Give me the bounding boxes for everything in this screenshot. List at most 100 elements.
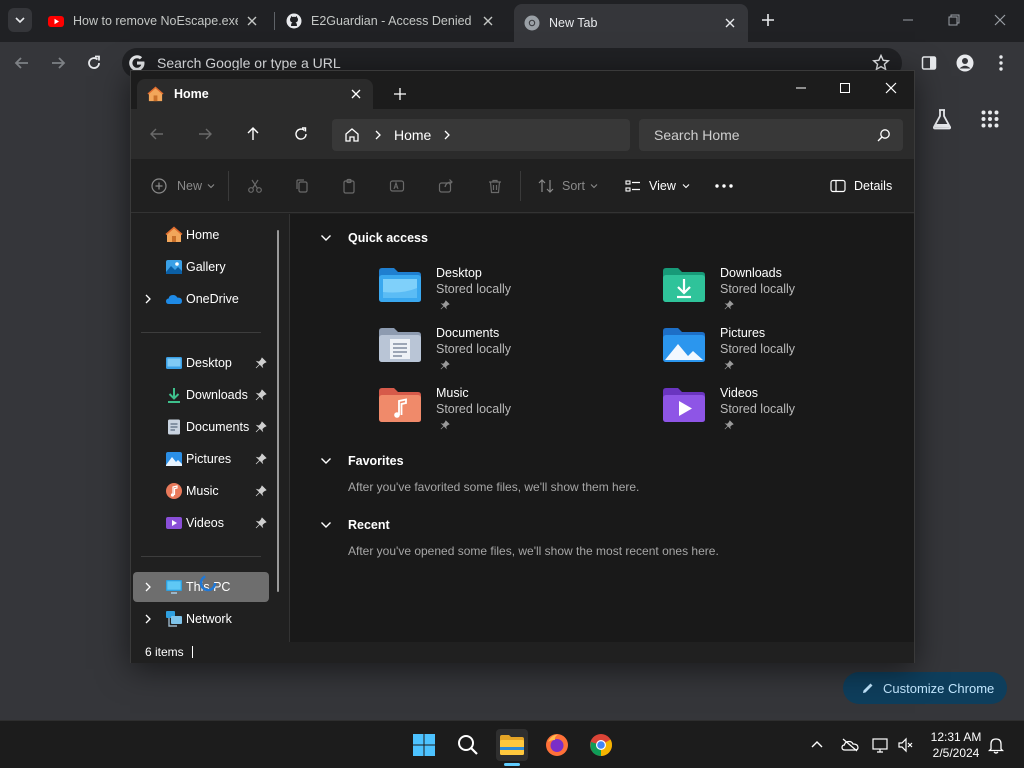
busy-cursor-icon [199, 574, 217, 592]
nav-item-network[interactable]: Network [133, 604, 269, 634]
close-icon [994, 14, 1006, 26]
chrome-menu-button[interactable] [990, 52, 1012, 74]
new-button[interactable]: New [151, 176, 215, 196]
quick-access-header[interactable]: Quick access [320, 228, 428, 248]
explorer-tab-title: Home [174, 87, 209, 101]
arrow-left-icon [150, 128, 163, 140]
flask-icon [932, 109, 952, 130]
nav-scrollbar[interactable] [277, 230, 279, 592]
pin-icon[interactable] [255, 421, 267, 433]
sort-icon [538, 179, 554, 193]
quick-access-pictures[interactable]: Pictures Stored locally [662, 326, 892, 376]
favorites-header[interactable]: Favorites [320, 451, 404, 471]
chrome-taskbar-button[interactable] [585, 729, 617, 761]
cut-button[interactable] [247, 176, 263, 196]
clock[interactable]: 12:31 AM 2/5/2024 [922, 729, 990, 761]
onedrive-tray-button[interactable] [840, 735, 860, 755]
pin-icon[interactable] [255, 357, 267, 369]
back-button[interactable] [11, 52, 33, 74]
close-tab-button[interactable] [722, 15, 738, 31]
new-tab-button[interactable] [758, 10, 778, 30]
google-apps-button[interactable] [977, 106, 1003, 132]
labs-button[interactable] [929, 106, 955, 132]
file-explorer-taskbar-button[interactable] [496, 729, 528, 761]
reload-button[interactable] [83, 52, 105, 74]
paste-button[interactable] [341, 176, 357, 196]
close-icon [351, 89, 361, 99]
recent-header[interactable]: Recent [320, 515, 390, 535]
search-button[interactable] [452, 729, 484, 761]
explorer-forward-button[interactable] [194, 123, 216, 145]
nav-item-onedrive[interactable]: OneDrive [133, 284, 269, 314]
profile-button[interactable] [954, 52, 976, 74]
customize-chrome-button[interactable]: Customize Chrome [843, 672, 1007, 704]
explorer-up-button[interactable] [242, 123, 264, 145]
show-hidden-icons-button[interactable] [807, 735, 827, 755]
close-window-button[interactable] [990, 10, 1010, 30]
explorer-new-tab-button[interactable] [391, 85, 409, 103]
copy-button[interactable] [294, 176, 310, 196]
pin-icon[interactable] [255, 485, 267, 497]
breadcrumb[interactable]: Home [332, 119, 630, 151]
chevron-right-icon [375, 130, 381, 140]
nav-item-desktop[interactable]: Desktop [133, 348, 269, 378]
delete-button[interactable] [487, 176, 503, 196]
restore-button[interactable] [944, 10, 964, 30]
chrome-tab-e2guardian[interactable]: E2Guardian - Access Denied [276, 6, 506, 36]
music-folder-icon [379, 388, 421, 422]
close-tab-button[interactable] [244, 13, 260, 29]
item-status: Stored locally [720, 282, 796, 296]
nav-item-pictures[interactable]: Pictures [133, 444, 269, 474]
pin-icon [440, 360, 450, 370]
close-tab-button[interactable] [349, 87, 363, 101]
item-name: Desktop [436, 266, 482, 280]
explorer-maximize-button[interactable] [832, 77, 858, 99]
nav-item-music[interactable]: Music [133, 476, 269, 506]
side-panel-button[interactable] [918, 52, 940, 74]
firefox-taskbar-button[interactable] [541, 729, 573, 761]
quick-access-videos[interactable]: Videos Stored locally [662, 386, 892, 436]
recent-empty-note: After you've opened some files, we'll sh… [348, 544, 719, 558]
chrome-tab-youtube[interactable]: How to remove NoEscape.exe | [38, 6, 270, 36]
explorer-refresh-button[interactable] [290, 123, 312, 145]
nav-item-gallery[interactable]: Gallery [133, 252, 269, 282]
close-tab-button[interactable] [480, 13, 496, 29]
youtube-icon [48, 16, 64, 27]
view-button[interactable]: View [625, 176, 690, 196]
more-vertical-icon [999, 55, 1003, 71]
nav-item-documents[interactable]: Documents [133, 412, 269, 442]
forward-button[interactable] [47, 52, 69, 74]
nav-item-downloads[interactable]: Downloads [133, 380, 269, 410]
volume-tray-button[interactable] [896, 735, 916, 755]
share-button[interactable] [438, 176, 454, 196]
breadcrumb-home[interactable]: Home [394, 127, 431, 143]
item-status: Stored locally [436, 282, 512, 296]
chrome-tab-new-tab[interactable]: New Tab [514, 4, 748, 42]
explorer-search-input[interactable]: Search Home [639, 119, 903, 151]
explorer-back-button[interactable] [146, 123, 168, 145]
network-tray-button[interactable] [871, 735, 891, 755]
explorer-tab-home[interactable]: Home [137, 79, 373, 109]
music-icon [166, 483, 182, 499]
pin-icon[interactable] [255, 389, 267, 401]
quick-access-music[interactable]: Music Stored locally [378, 386, 608, 436]
more-options-button[interactable] [715, 176, 733, 196]
notifications-button[interactable] [986, 735, 1006, 755]
start-button[interactable] [408, 729, 440, 761]
minimize-button[interactable] [898, 10, 918, 30]
pin-icon[interactable] [255, 517, 267, 529]
details-button[interactable]: Details [830, 176, 892, 196]
close-icon [885, 82, 897, 94]
quick-access-documents[interactable]: Documents Stored locally [378, 326, 608, 376]
chevron-right-icon [145, 614, 151, 624]
explorer-minimize-button[interactable] [788, 77, 814, 99]
nav-item-videos[interactable]: Videos [133, 508, 269, 538]
quick-access-downloads[interactable]: Downloads Stored locally [662, 266, 892, 316]
tab-search-button[interactable] [8, 8, 32, 32]
explorer-close-button[interactable] [878, 77, 904, 99]
rename-button[interactable] [389, 176, 405, 196]
quick-access-desktop[interactable]: Desktop Stored locally [378, 266, 608, 316]
sort-button[interactable]: Sort [538, 176, 598, 196]
pin-icon[interactable] [255, 453, 267, 465]
nav-item-home[interactable]: Home [133, 220, 269, 250]
